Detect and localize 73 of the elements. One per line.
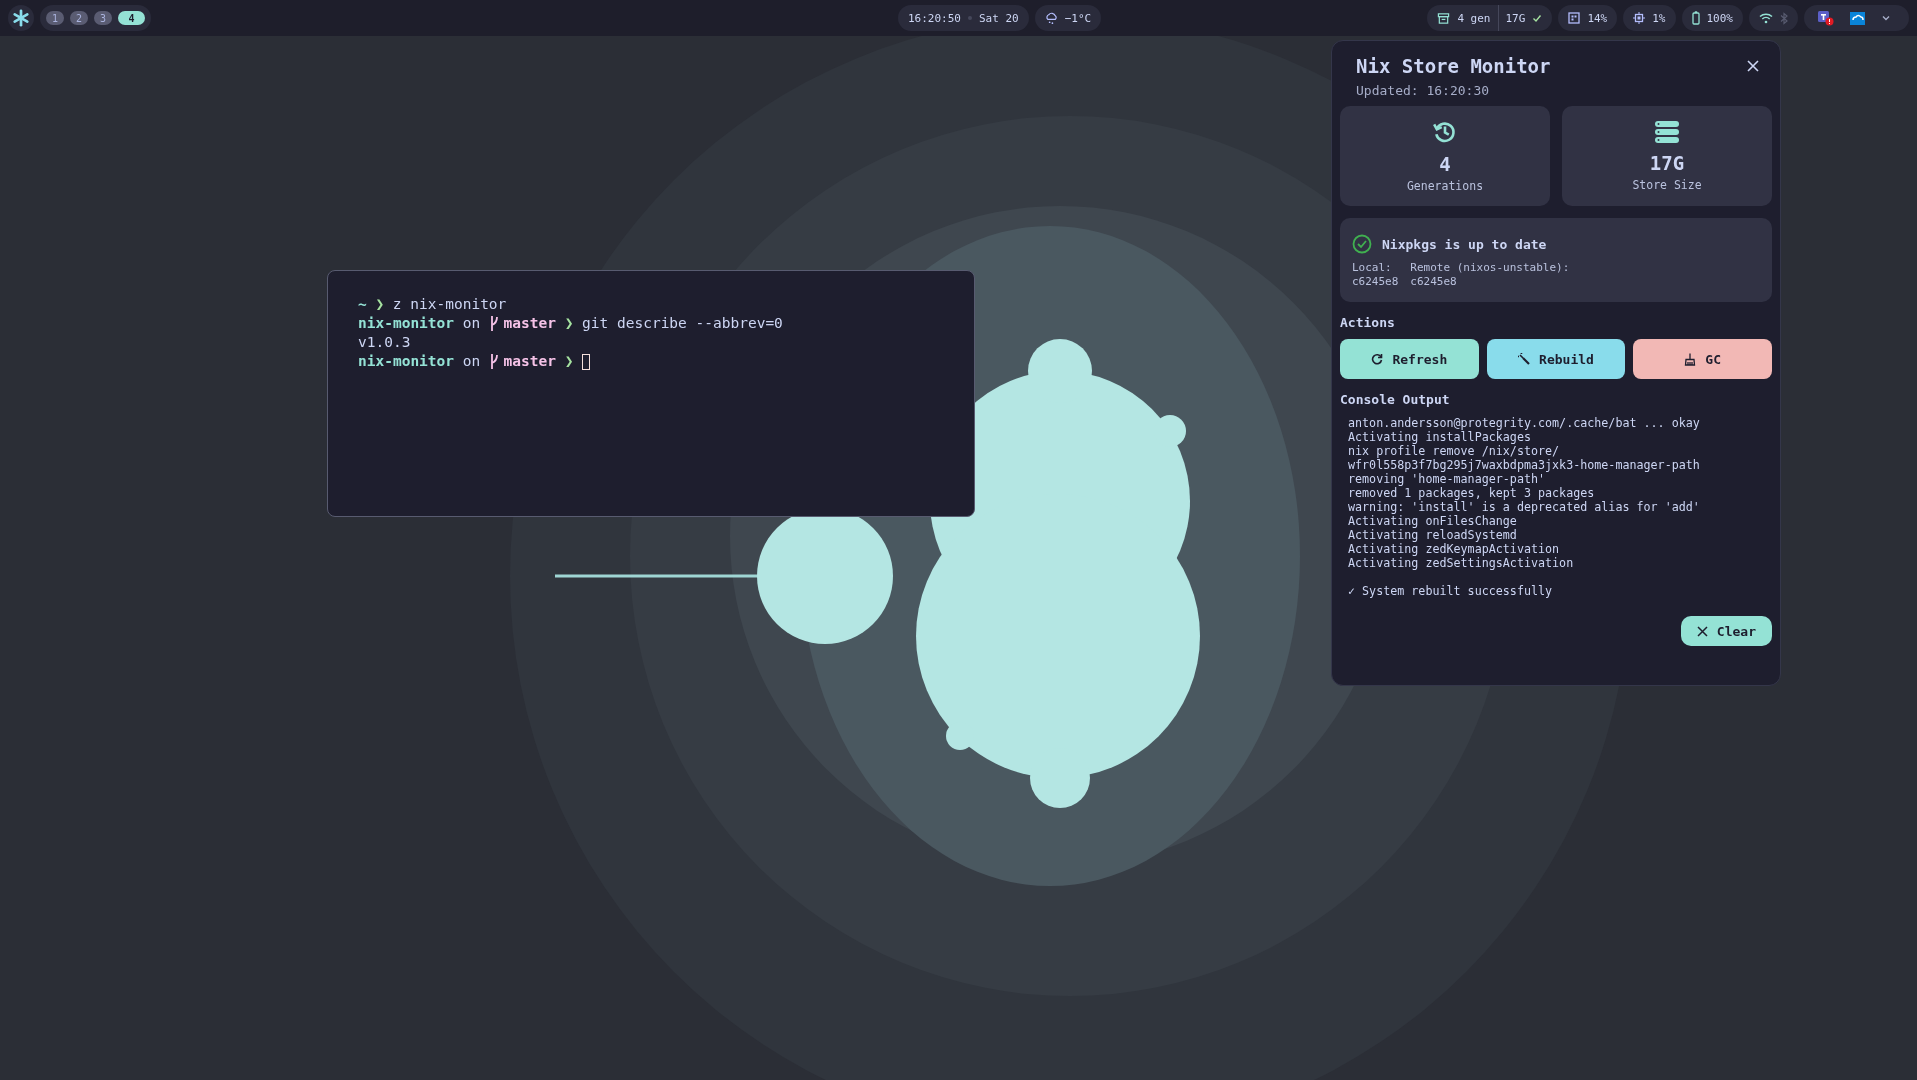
updated-time: Updated: 16:20:30 [1355,83,1491,98]
console-line: Activating onFilesChange [1348,514,1518,528]
archive-icon [1437,11,1451,25]
console-line: Activating reloadSystemd [1348,528,1518,542]
revision-label: Local: [1352,261,1393,275]
console-line: nix profile remove /nix/store/ [1348,444,1561,458]
cloud-app-icon[interactable] [1850,11,1865,25]
text-cursor [582,353,591,370]
prompt-text: on [462,352,481,371]
cpu-icon [1633,12,1646,24]
git-branch-icon [488,315,499,332]
wifi-icon[interactable] [1759,12,1773,24]
branch-name: master [503,352,556,371]
clock-date: Sat 20 [979,11,1019,25]
console-line: ✓ System rebuilt successfully [1348,584,1554,598]
command-text: git describe --abbrev=0 [582,314,783,333]
wrench-icon [1518,353,1531,365]
clock-time: 16:20:50 [908,11,961,25]
section-heading: Console Output [1340,392,1451,407]
clear-button[interactable]: Clear [1680,616,1772,646]
cpu-usage: 1% [1652,11,1666,25]
console-line: removed 1 packages, kept 3 packages [1348,486,1596,500]
snow-cloud-icon [1044,11,1058,25]
console-line: anton.andersson@protegrity.com/.cache/bat ... okay [1348,416,1701,430]
stat-value: 4 [1439,153,1451,175]
memory-icon [1568,12,1581,24]
branch-name: master [503,314,556,333]
console-line: warning: 'install' is a deprecated alias for 'add' [1348,500,1701,514]
stat-value: 17G [1649,152,1685,174]
status-message: Nixpkgs is up to date [1382,236,1547,252]
panel-title: Nix Store Monitor [1356,55,1551,77]
revision-hash: c6245e8 [1410,275,1458,289]
close-icon [1696,625,1708,637]
command-text: z nix-monitor [392,295,507,314]
refresh-icon [1371,353,1384,365]
prompt-arrow: ❯ [564,314,574,333]
prompt-arrow: ❯ [375,295,385,314]
prompt-directory: nix-monitor [358,352,455,371]
section-heading: Actions [1340,315,1396,330]
prompt-arrow: ❯ [564,352,574,371]
chat-app-icon[interactable] [1818,10,1834,26]
revision-label: Remote (nixos-unstable): [1410,261,1570,275]
snowflake-icon [12,9,30,27]
refresh-button[interactable]: Refresh [1340,339,1479,379]
rebuild-button[interactable]: Rebuild [1486,339,1626,379]
store-size: 17G [1505,11,1526,25]
weather-temperature: −1°C [1064,11,1092,25]
console-line: Activating zedKeymapActivation [1348,542,1561,556]
workspace-button[interactable]: 4 [118,11,145,25]
generation-count: 4 gen [1457,11,1491,25]
git-branch-icon [488,353,499,370]
stat-label: Store Size [1632,178,1702,192]
command-text: v1.0.3 [358,333,411,352]
prompt-path: ~ [358,295,367,314]
launcher-button[interactable] [8,5,34,31]
revision-hash: c6245e8 [1352,275,1399,289]
broom-icon [1684,352,1697,366]
console-line: Activating zedSettingsActivation [1348,556,1575,570]
prompt-directory: nix-monitor [358,314,455,333]
battery-icon [1691,11,1700,25]
chevron-down-icon[interactable] [1881,14,1891,22]
history-icon [1432,119,1458,145]
gc-button[interactable]: GC [1633,339,1772,379]
console-line: wfr0l558p3f7bg295j7waxbdpma3jxk3-home-manager-path [1348,458,1701,472]
database-icon [1654,120,1680,144]
close-icon[interactable] [1746,59,1760,73]
check-icon [1532,13,1543,23]
console-line: Activating installPackages [1348,430,1532,444]
prompt-text: on [462,314,481,333]
console-line: removing 'home-manager-path' [1348,472,1547,486]
stat-label: Generations [1406,179,1484,193]
memory-usage: 14% [1587,11,1608,25]
battery-level: 100% [1706,11,1733,25]
